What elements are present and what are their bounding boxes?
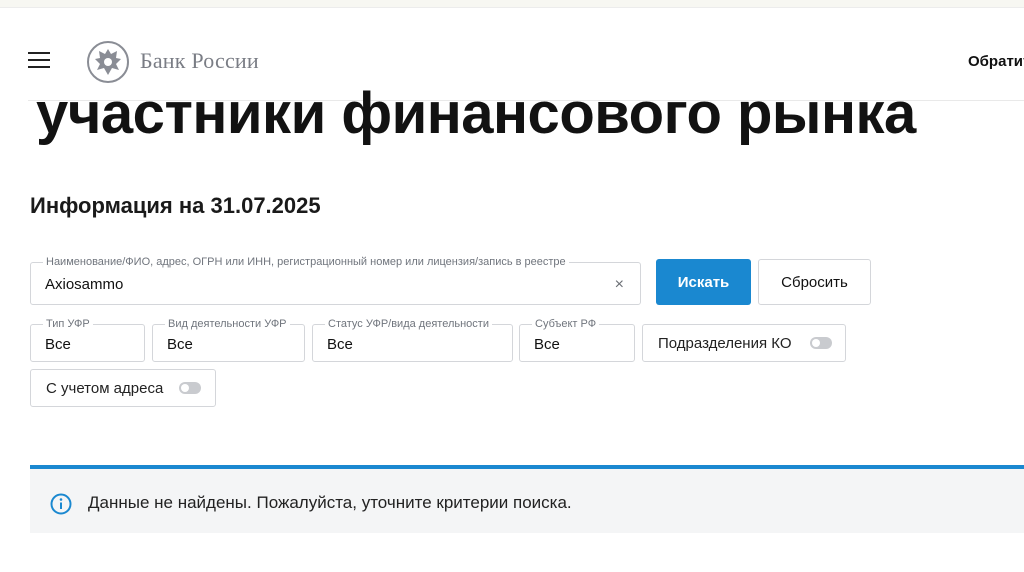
header-feedback-link[interactable]: Обратит (968, 53, 1024, 70)
info-icon (50, 493, 72, 515)
toggle-with-address[interactable]: С учетом адреса (30, 369, 216, 407)
filter-region[interactable]: Субъект РФ Все (519, 318, 635, 362)
search-input-label: Наименование/ФИО, адрес, ОГРН или ИНН, р… (43, 256, 569, 268)
browser-top-strip (0, 0, 1024, 8)
toggle-ko-units[interactable]: Подразделения КО (642, 324, 846, 362)
toggle-switch[interactable] (810, 337, 832, 349)
filter-value[interactable]: Все (167, 336, 193, 353)
clear-icon[interactable]: × (615, 276, 624, 294)
info-date-heading: Информация на 31.07.2025 (30, 193, 321, 218)
logo-text[interactable]: Банк России (140, 48, 259, 74)
filter-label: Вид деятельности УФР (165, 318, 290, 330)
filter-value[interactable]: Все (327, 336, 353, 353)
hamburger-menu-icon[interactable] (28, 52, 50, 68)
alert-message: Данные не найдены. Пожалуйста, уточните … (88, 493, 572, 512)
toggle-label: Подразделения КО (658, 335, 792, 352)
reset-button[interactable]: Сбросить (758, 259, 871, 305)
filter-label: Субъект РФ (532, 318, 600, 330)
search-input-value[interactable]: Axiosammo (45, 276, 123, 293)
filter-value[interactable]: Все (534, 336, 560, 353)
toggle-switch[interactable] (179, 382, 201, 394)
filter-ufr-activity[interactable]: Вид деятельности УФР Все (152, 318, 305, 362)
filter-ufr-status[interactable]: Статус УФР/вида деятельности Все (312, 318, 513, 362)
filter-label: Тип УФР (43, 318, 93, 330)
page-title: участники финансового рынка (36, 81, 916, 146)
toggle-label: С учетом адреса (46, 380, 164, 397)
filter-value[interactable]: Все (45, 336, 71, 353)
filter-ufr-type[interactable]: Тип УФР Все (30, 318, 145, 362)
no-results-alert: Данные не найдены. Пожалуйста, уточните … (30, 469, 1024, 533)
filter-label: Статус УФР/вида деятельности (325, 318, 492, 330)
search-input[interactable]: Наименование/ФИО, адрес, ОГРН или ИНН, р… (30, 256, 641, 305)
search-button[interactable]: Искать (656, 259, 751, 305)
